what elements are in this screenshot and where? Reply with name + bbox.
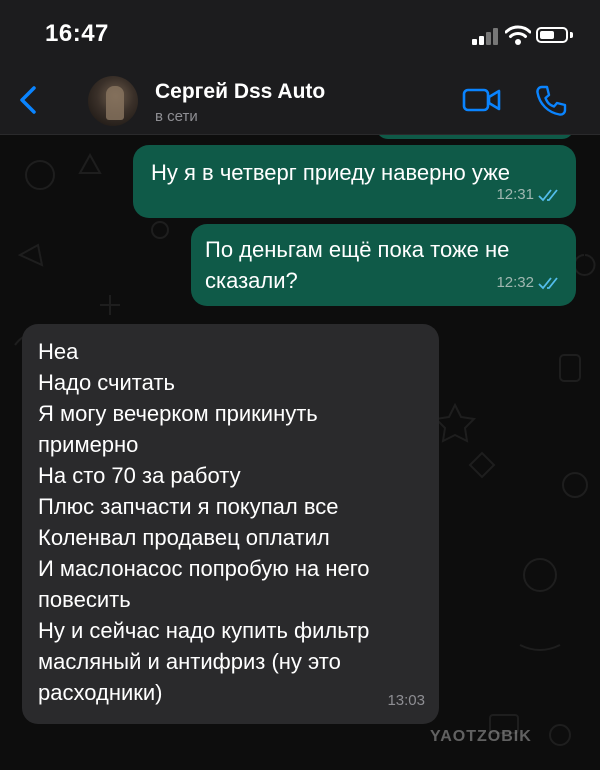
message-time: 12:32 xyxy=(496,274,534,291)
watermark: YAOTZOBIK xyxy=(430,728,532,745)
message-time: 13:03 xyxy=(387,692,425,709)
battery-tip xyxy=(570,32,573,38)
avatar[interactable] xyxy=(88,76,138,126)
message-bubble-outgoing[interactable]: По деньгам ещё пока тоже не сказали? 12:… xyxy=(191,224,576,306)
contact-status: в сети xyxy=(155,108,198,125)
message-bubble-partial xyxy=(376,135,574,139)
contact-name[interactable]: Сергей Dss Auto xyxy=(155,80,325,104)
message-bubble-outgoing[interactable]: Ну я в четверг приеду наверно уже 12:31 xyxy=(133,145,576,218)
message-bubble-incoming[interactable]: Неа Надо считать Я могу вечерком прикину… xyxy=(22,324,439,724)
read-ticks-icon xyxy=(538,276,558,289)
cellular-signal-icon xyxy=(472,27,502,45)
read-ticks-icon xyxy=(538,188,558,201)
avatar-figure xyxy=(106,86,124,120)
back-button[interactable] xyxy=(14,82,44,118)
message-text: Неа Надо считать Я могу вечерком прикину… xyxy=(38,339,370,705)
message-meta: 12:31 xyxy=(496,179,562,210)
chat-area[interactable]: Ну я в четверг приеду наверно уже 12:31 … xyxy=(0,135,600,770)
chat-header: Сергей Dss Auto в сети xyxy=(0,68,600,135)
status-time: 16:47 xyxy=(45,20,109,47)
wifi-icon xyxy=(505,25,531,45)
message-meta: 13:03 xyxy=(387,685,425,716)
battery-icon xyxy=(536,27,568,43)
video-call-icon[interactable] xyxy=(462,86,502,114)
status-bar: 16:47 xyxy=(0,0,600,68)
message-meta: 12:32 xyxy=(496,267,562,298)
phone-call-icon[interactable] xyxy=(534,84,568,118)
message-time: 12:31 xyxy=(496,186,534,203)
